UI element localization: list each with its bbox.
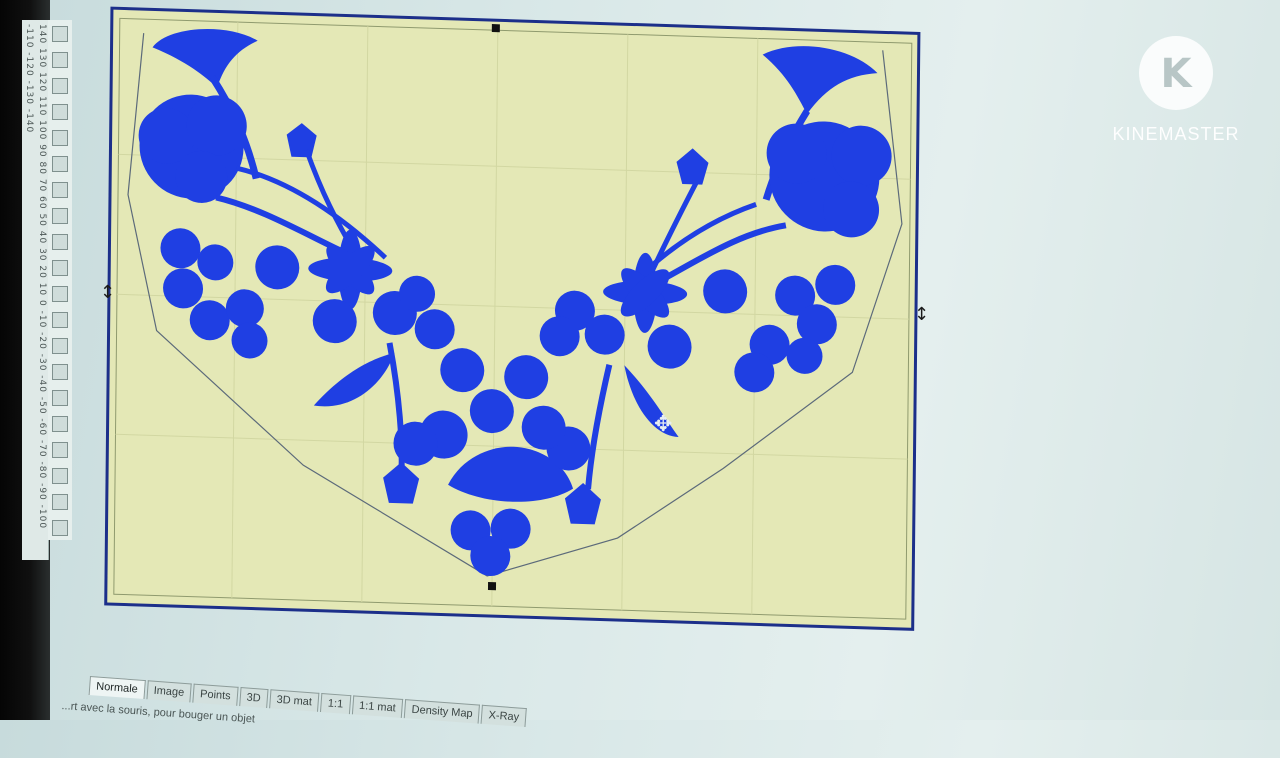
toolbar-tool-icon[interactable] [52, 156, 68, 172]
tab-image[interactable]: Image [146, 680, 192, 703]
move-cursor-icon: ✥ [654, 412, 673, 437]
toolbar-tool-icon[interactable] [52, 494, 68, 510]
tab-1-1-mat[interactable]: 1:1 mat [351, 695, 404, 718]
kinemaster-logo-icon: K [1139, 36, 1213, 110]
toolbar-tool-icon[interactable] [52, 26, 68, 42]
bottom-handle[interactable] [487, 581, 497, 591]
toolbar-tool-icon[interactable] [52, 364, 68, 380]
toolbar-tool-icon[interactable] [52, 130, 68, 146]
tab-1-1[interactable]: 1:1 [320, 693, 351, 715]
toolbar-tool-icon[interactable] [52, 182, 68, 198]
toolbar-tool-icon[interactable] [52, 520, 68, 536]
tab-3d-mat[interactable]: 3D mat [268, 689, 320, 712]
toolbar-tool-icon[interactable] [52, 286, 68, 302]
toolbar-tool-icon[interactable] [52, 208, 68, 224]
toolbar-tool-icon[interactable] [52, 52, 68, 68]
kinemaster-brand: KINEMASTER [1112, 124, 1240, 144]
toolbar-tool-icon[interactable] [52, 416, 68, 432]
left-resize-icon[interactable]: ↕ [100, 284, 115, 302]
toolbar-tool-icon[interactable] [52, 468, 68, 484]
toolbar-tool-icon[interactable] [52, 104, 68, 120]
tab-normale[interactable]: Normale [88, 676, 146, 700]
toolbar-tool-icon[interactable] [52, 338, 68, 354]
tab-3d[interactable]: 3D [238, 687, 269, 709]
tab-x-ray[interactable]: X-Ray [480, 704, 527, 728]
toolbar-tool-icon[interactable] [52, 260, 68, 276]
toolbar-tool-icon[interactable] [52, 442, 68, 458]
vertical-ruler: 140 130 120 110 100 90 80 70 60 50 40 30… [22, 20, 49, 560]
tab-points[interactable]: Points [192, 683, 239, 706]
right-resize-icon[interactable]: ↕ [914, 306, 929, 324]
toolbar-tool-icon[interactable] [52, 78, 68, 94]
toolbar-tool-icon[interactable] [52, 390, 68, 406]
top-handle[interactable] [491, 24, 500, 33]
embroidery-design [104, 6, 921, 631]
tool-strip [48, 20, 72, 540]
design-canvas[interactable] [102, 4, 923, 633]
kinemaster-watermark: K KINEMASTER [1106, 36, 1246, 145]
toolbar-tool-icon[interactable] [52, 312, 68, 328]
ruler-marks: 140 130 120 110 100 90 80 70 60 50 40 30… [24, 24, 47, 530]
toolbar-tool-icon[interactable] [52, 234, 68, 250]
